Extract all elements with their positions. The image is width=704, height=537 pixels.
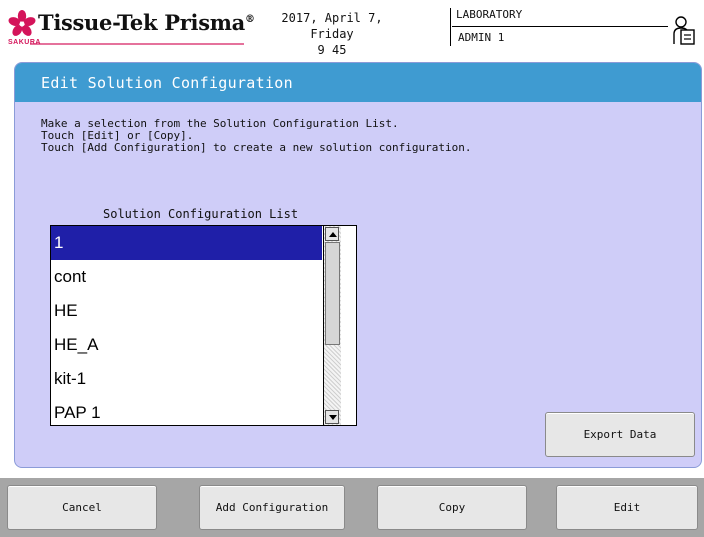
bottom-bar: Cancel Add Configuration Copy Edit: [0, 478, 704, 537]
page-title: Edit Solution Configuration: [41, 74, 293, 92]
list-item[interactable]: HE_A: [51, 328, 322, 362]
app-logo: Tissue-Tek Prisma® SAKURA: [8, 8, 255, 52]
list-item[interactable]: HE: [51, 294, 322, 328]
arrow-down-icon: [329, 415, 337, 420]
scroll-thumb[interactable]: [325, 242, 340, 345]
solution-configuration-list[interactable]: 1 cont HE HE_A kit-1 PAP 1: [50, 225, 357, 426]
user-label: ADMIN 1: [458, 31, 505, 44]
instructions: Make a selection from the Solution Confi…: [41, 118, 471, 154]
list-item[interactable]: kit-1: [51, 362, 322, 396]
list-caption: Solution Configuration List: [103, 207, 299, 221]
list-items: 1 cont HE HE_A kit-1 PAP 1: [51, 226, 322, 425]
header-divider: [450, 8, 451, 46]
arrow-up-icon: [329, 232, 337, 237]
panel-header: Edit Solution Configuration: [15, 63, 701, 102]
list-item[interactable]: PAP 1: [51, 396, 322, 425]
list-item[interactable]: cont: [51, 260, 322, 294]
logo-underline: [30, 43, 244, 45]
scroll-down-button[interactable]: [325, 410, 339, 424]
sakura-flower-icon: [8, 10, 36, 36]
date-label: 2017, April 7, Friday: [281, 11, 383, 41]
cancel-button[interactable]: Cancel: [7, 485, 157, 530]
time-label: 9 45: [317, 43, 347, 57]
copy-button[interactable]: Copy: [377, 485, 527, 530]
date-time: 2017, April 7, Friday 9 45: [258, 10, 406, 58]
edit-solution-panel: Edit Solution Configuration Make a selec…: [14, 62, 702, 468]
instruction-line: Touch [Add Configuration] to create a ne…: [41, 141, 472, 154]
location-label: LABORATORY: [456, 8, 523, 21]
scroll-up-button[interactable]: [325, 227, 339, 241]
user-logout-icon[interactable]: [672, 16, 696, 46]
list-scrollbar[interactable]: [323, 226, 341, 425]
logo-text: Tissue-Tek Prisma®: [38, 10, 255, 35]
list-item[interactable]: 1: [51, 226, 322, 260]
export-data-button[interactable]: Export Data: [545, 412, 695, 457]
header-underline: [452, 26, 668, 27]
add-configuration-button[interactable]: Add Configuration: [199, 485, 345, 530]
top-bar: Tissue-Tek Prisma® SAKURA 2017, April 7,…: [0, 0, 704, 58]
edit-button[interactable]: Edit: [556, 485, 698, 530]
